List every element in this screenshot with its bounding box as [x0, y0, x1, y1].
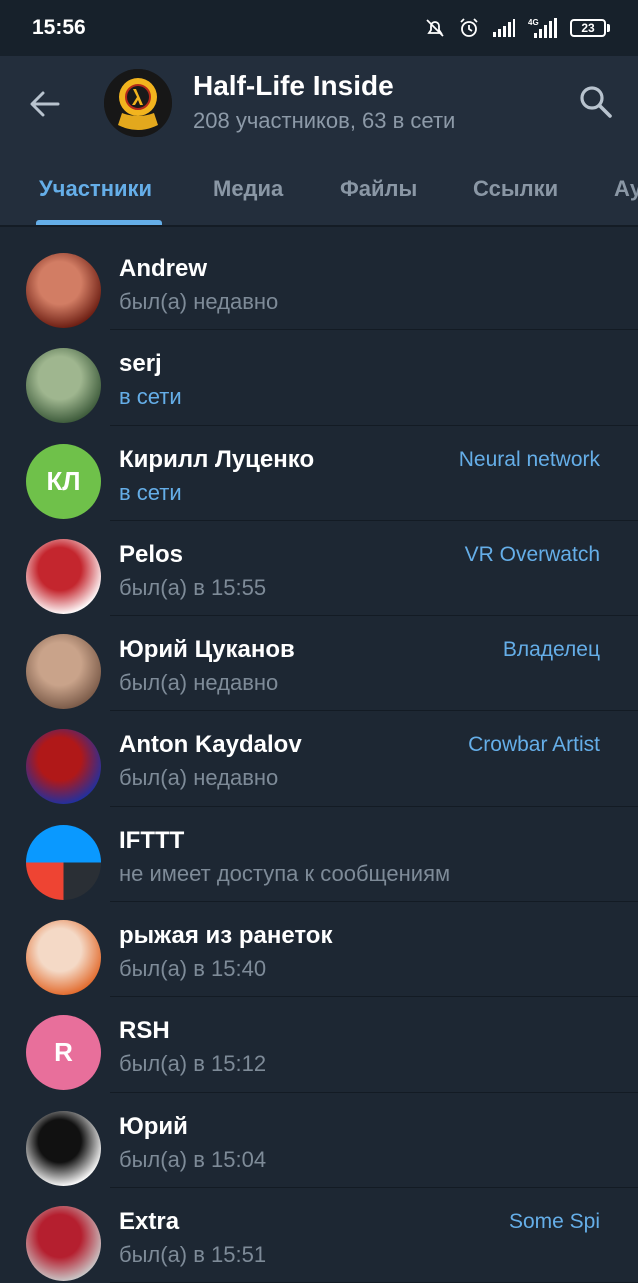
member-row[interactable]: serj в сети [0, 330, 638, 426]
tab-files[interactable]: Файлы [340, 176, 417, 202]
member-avatar[interactable] [26, 1110, 101, 1186]
member-status: был(а) недавно [119, 670, 279, 696]
member-name: serj [119, 350, 162, 378]
member-name: Andrew [119, 255, 208, 282]
member-avatar[interactable] [26, 634, 101, 710]
member-status: был(а) в 15:12 [119, 1051, 267, 1077]
member-status: в сети [119, 479, 182, 505]
avatar-initials: КЛ [46, 465, 81, 496]
member-name: IFTTT [119, 826, 185, 854]
member-avatar[interactable] [26, 920, 101, 996]
member-row[interactable]: КЛ Кирилл Луценко в сети Neural network [0, 426, 638, 521]
member-name: Кирилл Луценко [119, 445, 315, 473]
member-row[interactable]: Extra был(а) в 15:51 Some Spi [0, 1188, 638, 1283]
member-role: Neural network [458, 447, 600, 471]
status-icons: 4G 23 [424, 17, 610, 39]
member-status: не имеет доступа к сообщениям [119, 860, 451, 886]
member-avatar[interactable] [26, 538, 101, 614]
member-status: был(а) недавно [119, 765, 279, 791]
member-status: был(а) в 15:51 [119, 1241, 267, 1267]
signal-4g-icon: 4G [528, 18, 557, 38]
arrow-left-icon [30, 91, 60, 117]
member-role: VR Overwatch [464, 542, 600, 566]
network-type: 4G [528, 18, 539, 27]
tab-bar: Участники Медиа Файлы Ссылки Ау [0, 156, 638, 226]
member-role: Владелец [502, 638, 600, 662]
battery-level: 23 [581, 21, 595, 35]
members-list: Andrew был(а) недавно serj в сети КЛ Кирилл Л… [0, 235, 638, 1283]
member-status: был(а) в 15:40 [119, 956, 267, 982]
member-row[interactable]: Andrew был(а) недавно [0, 235, 638, 331]
status-time: 15:56 [32, 16, 86, 39]
member-avatar[interactable]: КЛ [26, 443, 101, 519]
member-row[interactable]: IFTTT не имеет доступа к сообщениям [0, 807, 638, 903]
member-name: Юрий Цуканов [119, 636, 295, 664]
search-button[interactable] [578, 84, 614, 120]
member-status: был(а) недавно [119, 289, 279, 314]
member-status: в сети [119, 384, 182, 410]
member-name: Extra [119, 1207, 180, 1235]
group-avatar[interactable] [104, 69, 172, 137]
member-name: Anton Kaydalov [119, 731, 302, 759]
member-avatar[interactable] [26, 729, 101, 805]
tab-audio[interactable]: Ау [614, 176, 638, 202]
search-icon [580, 86, 612, 118]
member-row[interactable]: Anton Kaydalov был(а) недавно Crowbar Arti… [0, 711, 638, 807]
signal-icon [493, 19, 515, 37]
tab-links[interactable]: Ссылки [473, 176, 558, 202]
mute-bell-icon [426, 19, 444, 37]
group-title: Half-Life Inside [193, 70, 394, 101]
back-button[interactable] [24, 86, 66, 122]
alarm-icon [460, 18, 478, 37]
avatar-initials: R [54, 1037, 73, 1068]
member-row[interactable]: Юрий был(а) в 15:04 [0, 1093, 638, 1188]
member-avatar[interactable] [26, 348, 101, 424]
member-role: Some Spi [508, 1209, 600, 1233]
member-row[interactable]: Pelos был(а) в 15:55 VR Overwatch [0, 521, 638, 617]
member-name: Pelos [119, 540, 184, 568]
member-avatar[interactable] [26, 824, 101, 900]
member-avatar[interactable] [26, 253, 101, 328]
member-name: Юрий [119, 1112, 188, 1140]
member-role: Crowbar Artist [468, 733, 600, 757]
member-name: RSH [119, 1017, 170, 1045]
half-life-logo-icon [104, 69, 172, 137]
member-avatar[interactable] [26, 1205, 101, 1281]
group-subtitle: 208 участников, 63 в сети [193, 108, 456, 133]
status-bar: 15:56 4G 23 [0, 0, 638, 56]
member-name: рыжая из ранеток [119, 922, 333, 950]
header-divider [0, 225, 638, 227]
member-row[interactable]: рыжая из ранеток был(а) в 15:40 [0, 902, 638, 998]
member-status: был(а) в 15:04 [119, 1146, 267, 1172]
member-row[interactable]: R RSH был(а) в 15:12 [0, 997, 638, 1093]
tab-participants[interactable]: Участники [39, 176, 152, 202]
battery-icon: 23 [570, 19, 610, 37]
member-row[interactable]: Юрий Цуканов был(а) недавно Владелец [0, 616, 638, 712]
member-status: был(а) в 15:55 [119, 574, 267, 600]
member-avatar[interactable]: R [26, 1015, 101, 1091]
tab-media[interactable]: Медиа [213, 176, 283, 202]
